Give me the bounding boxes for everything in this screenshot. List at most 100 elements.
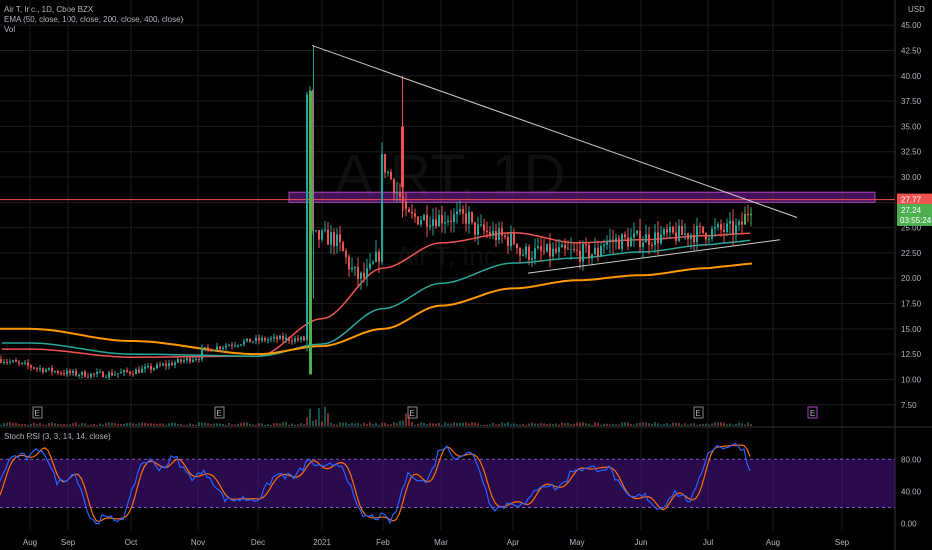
candle-body	[435, 219, 437, 227]
volume-bar	[51, 422, 53, 426]
volume-bar	[711, 423, 713, 426]
time-axis[interactable]: Aug Sep Oct Nov Dec 2021 Feb Mar Apr May Jun Jul Aug…	[23, 538, 850, 547]
volume-bar	[288, 424, 290, 426]
candle-body	[75, 370, 77, 376]
candle-body	[12, 360, 14, 362]
volume-bar	[645, 422, 647, 426]
spike-candle	[309, 90, 312, 375]
volume-bar	[189, 423, 191, 426]
volume-bar	[150, 423, 152, 426]
volume-bar	[666, 422, 668, 426]
candle-body	[153, 368, 155, 370]
earnings-markers[interactable]: EEEEE	[32, 406, 818, 419]
candle-body	[162, 364, 164, 366]
volume-bar	[615, 424, 617, 426]
candle-body	[51, 367, 53, 372]
volume-bar	[210, 423, 212, 426]
volume-bar	[708, 424, 710, 426]
volume-bar	[456, 422, 458, 426]
candle-body	[564, 244, 566, 249]
volume-bar	[492, 422, 494, 426]
volume-bar	[714, 422, 716, 426]
resistance-zone	[0, 191, 895, 203]
candle-body	[525, 246, 527, 255]
candle-body	[363, 272, 365, 278]
volume-bar	[642, 422, 644, 426]
candle-body	[570, 249, 572, 251]
volume-bar	[537, 423, 539, 426]
volume-bar	[621, 422, 623, 426]
volume-bar	[390, 424, 392, 426]
candle-body	[552, 248, 554, 257]
volume-bar	[681, 424, 683, 426]
candle-body	[390, 171, 392, 180]
volume-bar	[87, 424, 89, 426]
candle-body	[510, 233, 512, 247]
candle-body	[561, 244, 563, 248]
volume-bar	[75, 422, 77, 426]
candle-body	[585, 244, 587, 246]
volume-bar	[30, 423, 32, 426]
volume-bar	[528, 423, 530, 426]
volume-bar	[60, 424, 62, 426]
volume-bar	[420, 422, 422, 426]
earnings-marker-label: E	[409, 409, 414, 418]
volume-bar	[489, 424, 491, 426]
rsi-tick: 80.00	[901, 455, 922, 464]
price-tick: 17.50	[901, 300, 922, 309]
volume-bar	[84, 423, 86, 426]
volume-bar	[504, 423, 506, 426]
candle-body	[645, 234, 647, 243]
candle-body	[417, 216, 419, 225]
price-tick: 22.50	[901, 249, 922, 258]
volume-bar	[54, 423, 56, 426]
volume-bar	[654, 422, 656, 426]
volume-bar	[57, 423, 59, 426]
candle-body	[720, 224, 722, 230]
volume-bar	[498, 423, 500, 426]
volume-bar	[93, 424, 95, 426]
volume-bar	[426, 423, 428, 426]
candle-body	[558, 247, 560, 253]
volume-bar	[399, 420, 401, 426]
candle-body	[381, 154, 383, 262]
volume-bar	[468, 423, 470, 426]
volume-bar	[294, 424, 296, 426]
candle-body	[324, 229, 326, 231]
volume-bar	[411, 422, 413, 426]
volume-bar	[345, 422, 347, 426]
candle-body	[294, 338, 296, 342]
candle-body	[387, 171, 389, 173]
candle-body	[216, 346, 218, 351]
candle-body	[375, 251, 377, 262]
volume-bar	[525, 424, 527, 426]
volume-bar	[549, 423, 551, 426]
volume-bar	[738, 422, 740, 426]
candle-body	[117, 373, 119, 375]
price-axis[interactable]: 7.5010.0012.5015.0017.5020.0022.5025.002…	[901, 21, 922, 528]
volume-bar	[720, 422, 722, 426]
price-tick: 32.50	[901, 148, 922, 157]
price-chart[interactable]: AIRT, 1D Air T, Inc. EEEEE 7.5010.0012.5…	[0, 0, 932, 550]
time-tick: Jul	[703, 538, 713, 547]
volume-bar	[153, 423, 155, 426]
candle-body	[423, 214, 425, 221]
candle-body	[306, 94, 308, 341]
volume-bar	[387, 424, 389, 426]
candle-body	[33, 367, 35, 369]
volume-bar	[195, 424, 197, 426]
volume-bar	[534, 423, 536, 426]
volume-bar	[69, 424, 71, 426]
volume-bar	[261, 423, 263, 426]
candle-body	[519, 248, 521, 256]
volume-bar	[159, 423, 161, 426]
candle-body	[105, 377, 107, 379]
volume-bar	[471, 422, 473, 426]
volume-bar	[300, 423, 302, 426]
candle-body	[366, 268, 368, 278]
volume-bar	[366, 423, 368, 426]
candle-body	[456, 211, 458, 215]
candle-body	[705, 233, 707, 240]
candle-body	[732, 221, 734, 235]
candle-body	[225, 345, 227, 348]
